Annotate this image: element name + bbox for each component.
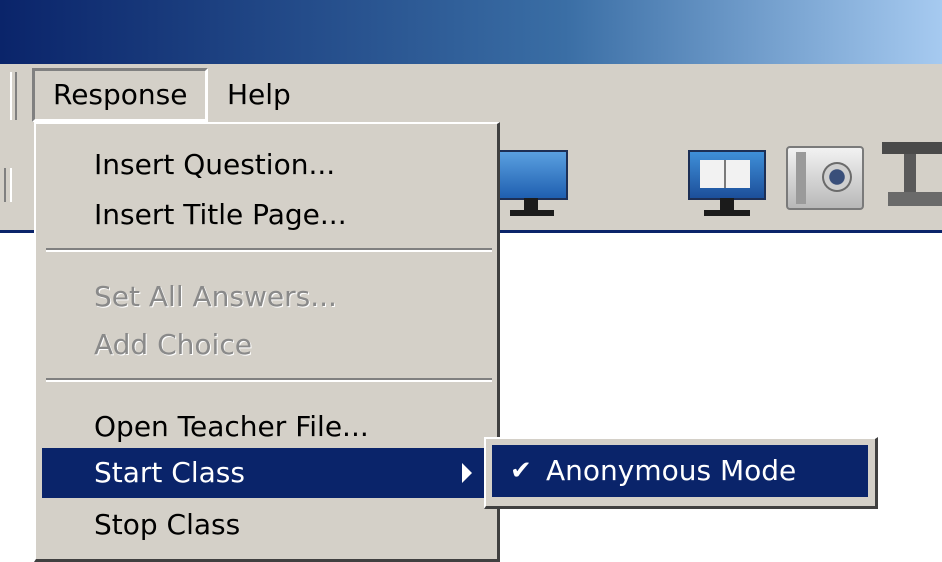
camera-lens <box>822 162 852 192</box>
document-camera-icon[interactable] <box>882 142 942 212</box>
menu-item-start-class[interactable]: Start Class <box>42 448 492 498</box>
title-bar <box>0 0 942 64</box>
menu-item-insert-question[interactable]: Insert Question... <box>42 140 492 190</box>
menu-response[interactable]: Response <box>32 68 208 122</box>
toolbar-separator <box>4 168 12 202</box>
monitor-book-stand <box>720 198 734 210</box>
document-camera-base <box>888 192 942 206</box>
monitor-stand <box>524 198 538 210</box>
monitor-icon[interactable] <box>496 150 568 220</box>
menu-bar-grip <box>10 72 17 120</box>
monitor-base <box>510 210 554 216</box>
document-camera-arm <box>904 154 916 192</box>
menu-item-set-all-answers: Set All Answers... <box>94 280 337 313</box>
monitor-book-icon[interactable] <box>688 150 768 220</box>
checkmark-icon: ✔ <box>510 456 532 486</box>
camera-strip <box>796 152 806 204</box>
start-class-submenu: ✔ Anonymous Mode <box>484 437 878 509</box>
menu-separator <box>46 378 492 382</box>
menu-item-add-choice: Add Choice <box>94 328 252 361</box>
monitor-screen <box>496 150 568 200</box>
submenu-arrow-icon <box>462 463 472 483</box>
book-left-page <box>700 160 726 188</box>
menu-item-stop-class[interactable]: Stop Class <box>42 500 492 550</box>
book-right-page <box>726 160 750 188</box>
menu-item-open-teacher-file[interactable]: Open Teacher File... <box>42 402 492 452</box>
menu-item-insert-title-page[interactable]: Insert Title Page... <box>42 190 492 240</box>
menu-item-start-class-label: Start Class <box>94 456 245 489</box>
camera-icon[interactable] <box>786 146 864 210</box>
menu-help[interactable]: Help <box>227 68 291 122</box>
document-camera-head <box>882 142 942 154</box>
monitor-book-base <box>704 210 750 216</box>
submenu-item-anonymous-mode-label: Anonymous Mode <box>546 454 797 487</box>
menu-separator <box>46 248 492 252</box>
response-menu: Insert Question... Insert Title Page... … <box>34 122 500 562</box>
submenu-item-anonymous-mode[interactable]: ✔ Anonymous Mode <box>492 445 868 497</box>
